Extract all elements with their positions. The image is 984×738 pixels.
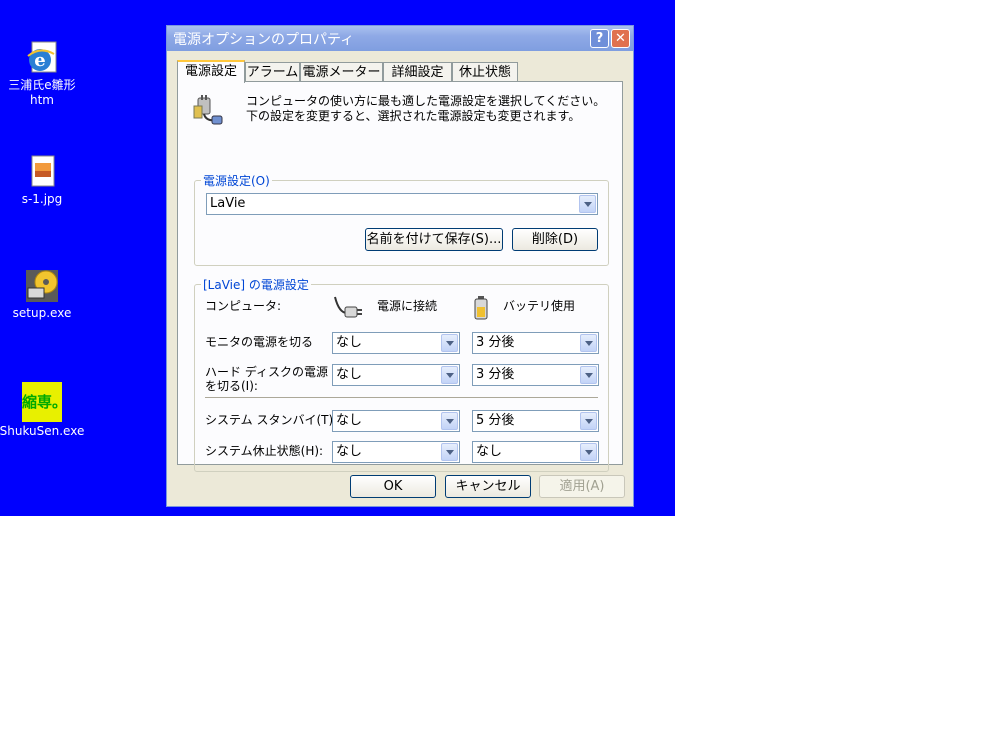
battery-label: バッテリ使用 (503, 299, 576, 313)
shukusen-icon: 縮専。 (22, 382, 62, 422)
title-bar[interactable]: 電源オプションのプロパティ ? ✕ (167, 26, 633, 51)
hdd-ac-select[interactable]: なし (332, 364, 460, 386)
chevron-down-icon[interactable] (441, 443, 458, 461)
desktop-icon-ie-html[interactable]: e 三浦氏e雛形 htm (0, 40, 87, 108)
computer-label: コンピュータ: (205, 299, 282, 313)
jpg-file-icon (24, 154, 60, 190)
ac-power-label: 電源に接続 (377, 299, 438, 313)
cancel-button[interactable]: キャンセル (445, 475, 531, 498)
tab-power-meter[interactable]: 電源メーター (300, 62, 383, 81)
chevron-down-icon[interactable] (441, 412, 458, 430)
ok-button[interactable]: OK (350, 475, 436, 498)
tab-advanced[interactable]: 詳細設定 (383, 62, 452, 81)
window-title: 電源オプションのプロパティ (173, 32, 355, 48)
select-value: なし (336, 444, 363, 459)
standby-label: システム スタンバイ(T): (205, 413, 338, 427)
settings-group: [LaVie] の電源設定 コンピュータ: 電源に接続 バッテリ使用 モニタの電… (194, 276, 609, 472)
chevron-down-icon[interactable] (580, 334, 597, 352)
plug-icon (331, 293, 363, 323)
delete-button[interactable]: 削除(D) (512, 228, 598, 251)
select-value: なし (336, 413, 363, 428)
scheme-select[interactable]: LaVie (206, 193, 598, 215)
chevron-down-icon[interactable] (441, 366, 458, 384)
scheme-group-legend: 電源設定(O) (201, 172, 272, 189)
select-value: なし (336, 335, 363, 350)
hibernate-label: システム休止状態(H): (205, 444, 324, 458)
help-button[interactable]: ? (590, 29, 609, 48)
setup-exe-icon (24, 268, 60, 304)
tab-hibernate[interactable]: 休止状態 (452, 62, 518, 81)
select-value: なし (336, 367, 363, 382)
hdd-off-label: ハード ディスクの電源を切る(I): (205, 365, 328, 393)
standby-ac-select[interactable]: なし (332, 410, 460, 432)
chevron-down-icon[interactable] (579, 195, 596, 213)
desktop-icon-shukusen[interactable]: 縮専。 ShukuSen.exe (0, 382, 87, 439)
scheme-select-value: LaVie (210, 196, 246, 211)
save-as-button[interactable]: 名前を付けて保存(S)... (365, 228, 503, 251)
tab-power-schemes[interactable]: 電源設定 (177, 60, 245, 83)
hdd-battery-select[interactable]: 3 分後 (472, 364, 599, 386)
scheme-group: 電源設定(O) LaVie 名前を付けて保存(S)... 削除(D) (194, 172, 609, 266)
hibernate-ac-select[interactable]: なし (332, 441, 460, 463)
hibernate-battery-select[interactable]: なし (472, 441, 599, 463)
intro-text: コンピュータの使い方に最も適した電源設定を選択してください。下の設定を変更すると… (246, 94, 606, 123)
monitor-off-label: モニタの電源を切る (205, 335, 314, 349)
ie-html-icon: e (24, 40, 60, 76)
settings-group-legend: [LaVie] の電源設定 (201, 276, 311, 293)
chevron-down-icon[interactable] (580, 366, 597, 384)
desktop-icon-jpg[interactable]: s-1.jpg (0, 154, 87, 207)
power-plug-icon (192, 94, 226, 128)
desktop-icon-label: setup.exe (12, 306, 72, 320)
desktop-icon-label: s-1.jpg (21, 192, 63, 206)
tab-panel: コンピュータの使い方に最も適した電源設定を選択してください。下の設定を変更すると… (177, 81, 623, 472)
apply-button[interactable]: 適用(A) (539, 475, 625, 498)
power-options-dialog: 電源オプションのプロパティ ? ✕ 電源設定 アラーム 電源メーター 詳細設定 … (166, 25, 634, 507)
select-value: 5 分後 (476, 413, 515, 428)
select-value: 3 分後 (476, 367, 515, 382)
desktop-icon-label: htm (30, 93, 54, 107)
desktop-icon-label: 三浦氏e雛形 (8, 78, 76, 92)
tab-alarms[interactable]: アラーム (245, 62, 300, 81)
close-button[interactable]: ✕ (611, 29, 630, 48)
chevron-down-icon[interactable] (441, 334, 458, 352)
monitor-battery-select[interactable]: 3 分後 (472, 332, 599, 354)
standby-battery-select[interactable]: 5 分後 (472, 410, 599, 432)
chevron-down-icon[interactable] (580, 443, 597, 461)
divider (205, 397, 598, 398)
svg-text:e: e (34, 50, 45, 71)
select-value: なし (476, 444, 503, 459)
battery-icon (472, 295, 490, 321)
chevron-down-icon[interactable] (580, 412, 597, 430)
select-value: 3 分後 (476, 335, 515, 350)
monitor-ac-select[interactable]: なし (332, 332, 460, 354)
shukusen-glyph-text: 縮専。 (22, 393, 62, 411)
desktop-icon-label: ShukuSen.exe (0, 424, 85, 438)
desktop-icon-setup[interactable]: setup.exe (0, 268, 87, 321)
